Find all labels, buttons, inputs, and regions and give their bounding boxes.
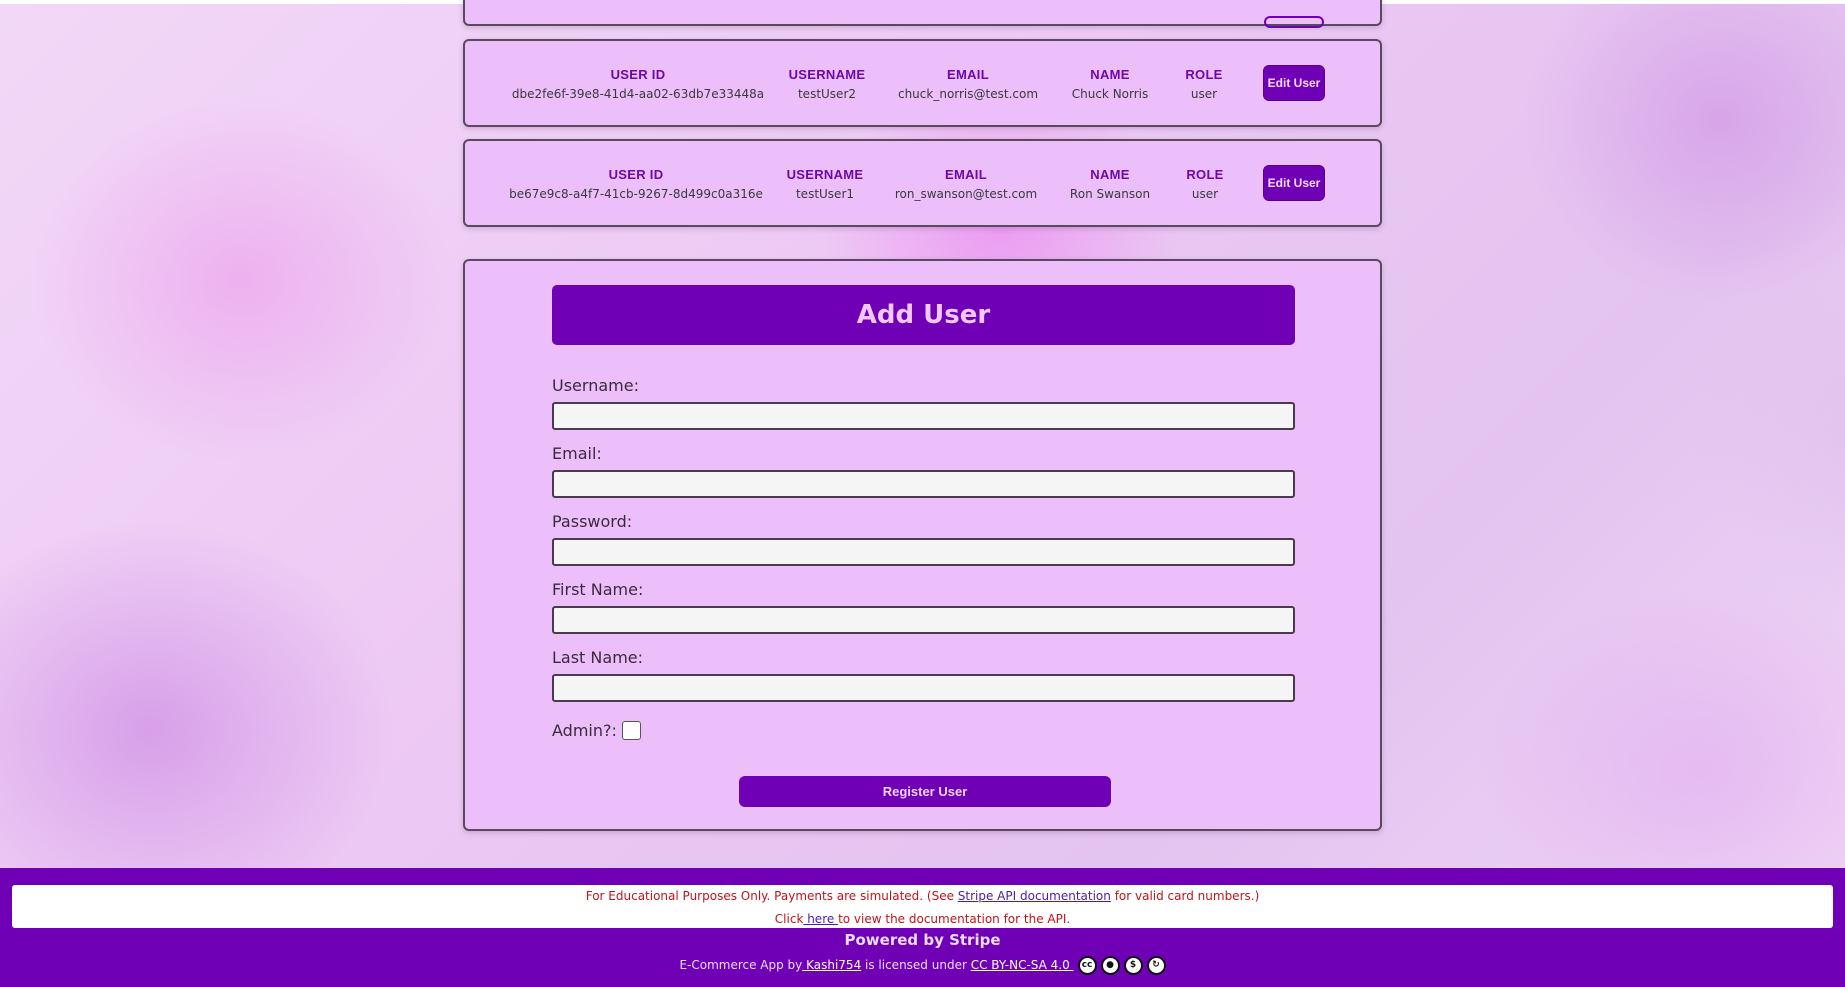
email-input[interactable] bbox=[552, 470, 1295, 498]
stripe-docs-link[interactable]: Stripe API documentation bbox=[958, 889, 1111, 903]
username-header: USERNAME bbox=[788, 67, 866, 82]
add-user-title: Add User bbox=[552, 285, 1295, 345]
name-value: Chuck Norris bbox=[1071, 87, 1149, 101]
email-label: Email: bbox=[552, 444, 602, 463]
role-cell: ROLE user bbox=[1185, 67, 1222, 101]
first-name-input[interactable] bbox=[552, 606, 1295, 634]
nc-icon: $ bbox=[1123, 956, 1143, 975]
notice-line: For Educational Purposes Only. Payments … bbox=[12, 889, 1833, 903]
name-header: NAME bbox=[1090, 67, 1130, 82]
user-id-value: dbe2fe6f-39e8-41d4-aa02-63db7e33448a bbox=[511, 87, 765, 101]
api-docs-line: Click here to view the documentation for… bbox=[12, 912, 1833, 926]
powered-by-stripe: Powered by Stripe bbox=[844, 931, 1001, 949]
author-link[interactable]: Kashi754 bbox=[802, 958, 861, 972]
email-cell: EMAIL chuck_norris@test.com bbox=[898, 67, 1038, 101]
username-value: testUser1 bbox=[795, 187, 855, 201]
name-header: NAME bbox=[1090, 167, 1130, 182]
api-docs-link[interactable]: here bbox=[803, 912, 838, 926]
admin-label: Admin?: bbox=[552, 721, 617, 740]
user-id-header: USER ID bbox=[610, 67, 666, 82]
role-header: ROLE bbox=[1185, 67, 1223, 82]
click-prefix: Click bbox=[774, 912, 804, 926]
email-value: chuck_norris@test.com bbox=[897, 87, 1039, 101]
role-value: user bbox=[1190, 87, 1218, 101]
email-header: EMAIL bbox=[945, 167, 987, 182]
first-name-label: First Name: bbox=[552, 580, 644, 599]
click-suffix: to view the documentation for the API. bbox=[838, 912, 1071, 926]
notice-prefix: For Educational Purposes Only. Payments … bbox=[585, 889, 958, 903]
role-cell: ROLE user bbox=[1186, 167, 1223, 201]
edit-user-button-partial[interactable] bbox=[1264, 16, 1324, 28]
last-name-label: Last Name: bbox=[552, 648, 644, 667]
username-value: testUser2 bbox=[797, 87, 857, 101]
user-id-header: USER ID bbox=[608, 167, 664, 182]
license-prefix: E-Commerce App by bbox=[679, 958, 803, 972]
email-value: ron_swanson@test.com bbox=[894, 187, 1038, 201]
password-input[interactable] bbox=[552, 538, 1295, 566]
username-cell: USERNAME testUser1 bbox=[787, 167, 864, 201]
cc-icon: cc bbox=[1077, 956, 1097, 975]
user-card: USER ID dbe2fe6f-39e8-41d4-aa02-63db7e33… bbox=[463, 39, 1382, 127]
user-id-value: be67e9c8-a4f7-41cb-9267-8d499c0a316e bbox=[509, 187, 763, 201]
username-input[interactable] bbox=[552, 402, 1295, 430]
role-header: ROLE bbox=[1186, 167, 1224, 182]
edit-user-button[interactable]: Edit User bbox=[1263, 165, 1325, 201]
name-cell: NAME Ron Swanson bbox=[1070, 167, 1150, 201]
educational-notice: For Educational Purposes Only. Payments … bbox=[12, 885, 1833, 928]
email-cell: EMAIL ron_swanson@test.com bbox=[895, 167, 1037, 201]
username-cell: USERNAME testUser2 bbox=[789, 67, 866, 101]
email-header: EMAIL bbox=[947, 67, 989, 82]
last-name-input[interactable] bbox=[552, 674, 1295, 702]
license-mid: is licensed under bbox=[861, 958, 971, 972]
username-header: USERNAME bbox=[786, 167, 864, 182]
user-card-partial bbox=[463, 0, 1382, 28]
by-icon: ● bbox=[1100, 956, 1120, 975]
register-user-button[interactable]: Register User bbox=[739, 776, 1111, 807]
notice-suffix: for valid card numbers.) bbox=[1110, 889, 1260, 903]
admin-checkbox[interactable] bbox=[622, 721, 641, 740]
user-id-cell: USER ID dbe2fe6f-39e8-41d4-aa02-63db7e33… bbox=[512, 67, 764, 101]
user-id-cell: USER ID be67e9c8-a4f7-41cb-9267-8d499c0a… bbox=[509, 167, 763, 201]
name-value: Ron Swanson bbox=[1069, 187, 1151, 201]
footer: For Educational Purposes Only. Payments … bbox=[0, 868, 1845, 987]
name-cell: NAME Chuck Norris bbox=[1072, 67, 1149, 101]
username-label: Username: bbox=[552, 376, 639, 395]
role-value: user bbox=[1191, 187, 1219, 201]
license-link[interactable]: CC BY-NC-SA 4.0 bbox=[971, 958, 1074, 972]
license-line: E-Commerce App by Kashi754 is licensed u… bbox=[0, 956, 1845, 975]
password-label: Password: bbox=[552, 512, 633, 531]
add-user-form: Add User Username: Email: Password: Firs… bbox=[463, 259, 1382, 831]
user-card: USER ID be67e9c8-a4f7-41cb-9267-8d499c0a… bbox=[463, 139, 1382, 227]
edit-user-button[interactable]: Edit User bbox=[1263, 65, 1325, 101]
sa-icon: ↻ bbox=[1146, 956, 1166, 975]
